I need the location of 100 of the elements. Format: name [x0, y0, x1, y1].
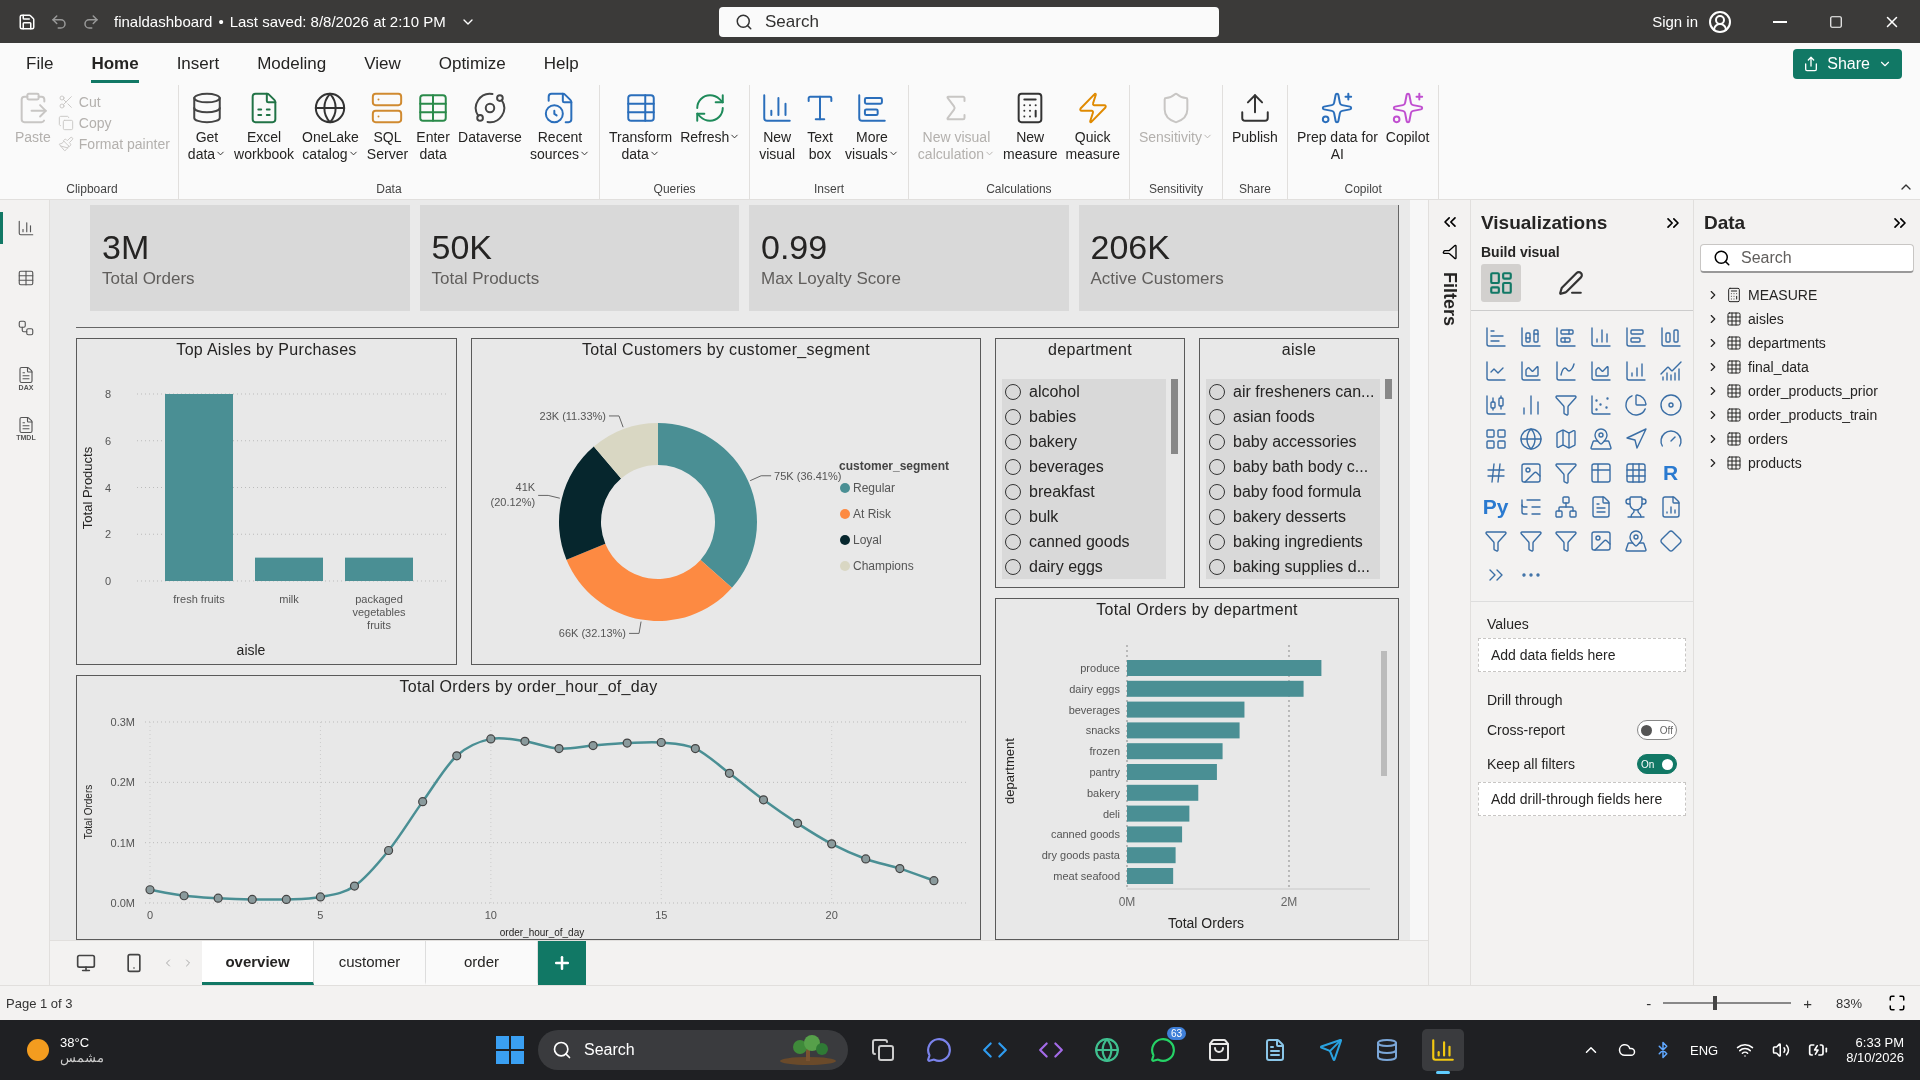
menu-tab[interactable]: Help [543, 45, 579, 83]
weather-condition: مشمس [60, 1050, 104, 1065]
ribbon-button[interactable]: Get data [184, 91, 230, 182]
slicer-item[interactable]: dairy eggs [1002, 554, 1166, 579]
tick-label: 0.1M [110, 836, 135, 849]
ribbon-button[interactable]: Recent sources [526, 91, 593, 182]
search-field[interactable]: Search [1700, 244, 1914, 273]
slicer-item[interactable]: baby accessories [1206, 429, 1380, 454]
temperature: 38°C [60, 1035, 91, 1050]
group-label: Insert [813, 182, 846, 198]
visual-type[interactable]: Py [1481, 493, 1510, 521]
tree-item[interactable]: departments [1694, 331, 1920, 355]
slicer-item[interactable]: bakery [1002, 429, 1166, 454]
search-input[interactable]: Search [763, 10, 1203, 33]
slicer-item[interactable]: beverages [1002, 454, 1166, 479]
slicer-item[interactable]: bulk [1002, 504, 1166, 529]
ribbon-button[interactable]: Enter data [413, 91, 454, 182]
axis-title: aisle [236, 642, 266, 658]
axis-title: order_hour_of_day [499, 926, 585, 938]
toggle-switch[interactable]: On [1637, 754, 1677, 774]
drop-zone[interactable]: Add data fields here [1478, 638, 1686, 672]
drop-zone[interactable]: Add drill-through fields here [1478, 782, 1686, 816]
category-label: snacks [1085, 724, 1120, 737]
page-tab[interactable]: order [426, 941, 538, 985]
search-field[interactable]: Search [719, 6, 1219, 37]
ribbon-button[interactable]: Dataverse [455, 91, 525, 182]
tick-label: 0M [1118, 895, 1136, 909]
slicer-item[interactable]: babies [1002, 404, 1166, 429]
group-label: Calculations [985, 182, 1053, 198]
ribbon-button[interactable]: SQL Server [363, 91, 412, 182]
ribbon-button[interactable]: More visuals [842, 91, 902, 182]
slicer-item[interactable]: alcohol [1002, 379, 1166, 404]
slicer-item[interactable]: breakfast [1002, 479, 1166, 504]
visual-type[interactable]: R [1656, 459, 1685, 487]
zoom-level: 83% [1835, 995, 1862, 1011]
tree-item[interactable]: order_products_prior [1694, 379, 1920, 403]
page-tab[interactable]: customer [314, 941, 426, 985]
menu-tab[interactable]: File [26, 45, 54, 83]
ribbon-button[interactable]: Transform data [605, 91, 676, 182]
legend-title: customer_segment [839, 459, 950, 473]
ribbon-button[interactable]: Quick measure [1062, 91, 1123, 182]
menu-tab[interactable]: Home [91, 45, 139, 83]
slicer-item[interactable]: canned goods [1002, 529, 1166, 554]
ribbon-button[interactable]: Refresh [677, 91, 744, 182]
menu-tab[interactable]: Insert [176, 45, 220, 83]
slicer-item[interactable]: baby food formula [1206, 479, 1380, 504]
share-button[interactable]: Share [1793, 49, 1902, 79]
tree-item[interactable]: orders [1694, 427, 1920, 451]
language-indicator[interactable]: ENG [1690, 1042, 1719, 1058]
zoom-in-button[interactable]: + [1801, 994, 1814, 1012]
file-name: finaldashboard [114, 13, 213, 30]
search-input[interactable]: Search [582, 1040, 768, 1060]
tick-label: 10 [484, 908, 497, 921]
group-label: Sensitivity [1147, 182, 1204, 198]
ribbon-button[interactable]: Copilot [1382, 91, 1433, 182]
tick-label: 0.2M [110, 776, 135, 789]
slicer-item[interactable]: baking supplies d... [1206, 554, 1380, 579]
ribbon-button[interactable]: Excel workbook [231, 91, 298, 182]
tree-item[interactable]: aisles [1694, 307, 1920, 331]
slicer-item[interactable]: asian foods [1206, 404, 1380, 429]
page-tab[interactable]: overview [202, 941, 314, 985]
tick-label: 0.3M [110, 715, 135, 728]
search-input[interactable]: Search [1739, 248, 1889, 268]
tree-item[interactable]: products [1694, 451, 1920, 475]
legend-label: At Risk [853, 507, 891, 521]
category-label: bakery [1086, 786, 1120, 799]
notification-badge: 63 [1166, 1027, 1186, 1040]
filters-label[interactable]: Filters [1439, 272, 1460, 327]
data-label: 75K (36.41%) [774, 469, 842, 482]
toggle-switch[interactable]: Off [1637, 720, 1677, 740]
tree-item[interactable]: final_data [1694, 355, 1920, 379]
category-label: canned goods [1050, 828, 1120, 841]
menu-tab[interactable]: View [364, 45, 401, 83]
axis-title: Total Products [80, 446, 95, 530]
clock[interactable]: 6:33 PM 8/10/2026 [1846, 1035, 1904, 1065]
tree-item[interactable]: MEASURE [1694, 283, 1920, 307]
menu-tab[interactable]: Optimize [438, 45, 506, 83]
menu-tab[interactable]: Modeling [257, 45, 327, 83]
ribbon-button[interactable]: New visual [756, 91, 799, 182]
tick-label: 5 [317, 908, 324, 921]
ribbon-button[interactable]: Publish [1228, 91, 1281, 182]
kpi-label: Max Loyalty Score [761, 268, 902, 289]
ribbon-button[interactable]: OneLake catalog [299, 91, 362, 182]
toggle-label: Cross-report [1487, 722, 1565, 738]
slicer-item[interactable]: baking ingredients [1206, 529, 1380, 554]
slicer-title: department [1047, 340, 1133, 360]
slicer-item[interactable]: baby bath body c... [1206, 454, 1380, 479]
search-field[interactable]: Search [538, 1030, 848, 1070]
zoom-out-button[interactable]: - [1644, 994, 1654, 1012]
ribbon-button[interactable]: Text box [800, 91, 841, 182]
slicer-item[interactable]: air fresheners can... [1206, 379, 1380, 404]
sign-in-link[interactable]: Sign in [1652, 13, 1698, 30]
separator-dot: • [218, 13, 224, 30]
tick-label: 0 [104, 575, 111, 587]
pane-title: Visualizations [1481, 212, 1608, 234]
ribbon-button[interactable]: New measure [1000, 91, 1061, 182]
kpi-value: 0.99 [761, 227, 829, 267]
slicer-item[interactable]: bakery desserts [1206, 504, 1380, 529]
ribbon-button[interactable]: Prep data for AI [1293, 91, 1381, 182]
tree-item[interactable]: order_products_train [1694, 403, 1920, 427]
